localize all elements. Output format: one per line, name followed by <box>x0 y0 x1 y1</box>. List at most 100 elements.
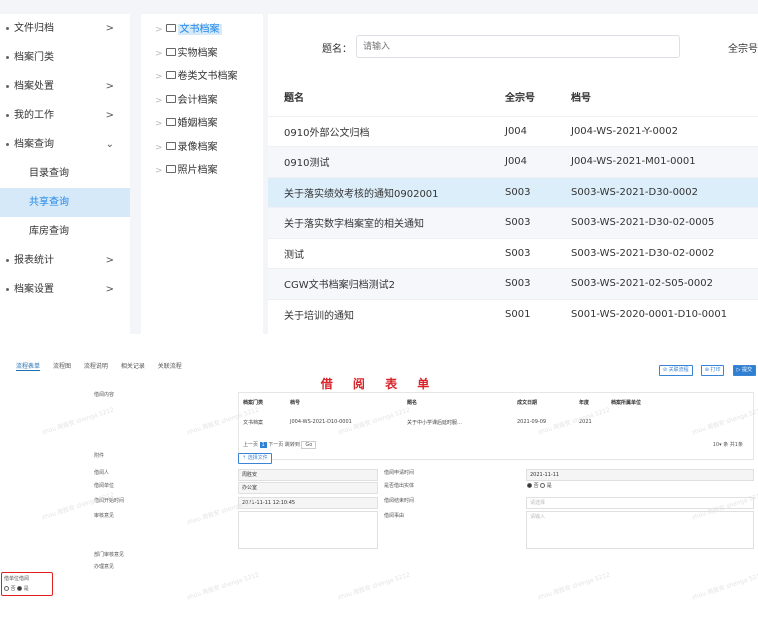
inner-col-code: 档号 <box>290 400 301 406</box>
sidebar-item-label: 文件归档 <box>14 23 54 34</box>
folder-icon <box>165 94 176 103</box>
tree-item-photo[interactable]: > 照片档案 <box>141 159 263 183</box>
prev-page-button[interactable]: 上一页 <box>243 442 258 448</box>
reason-textarea[interactable]: 请输入 <box>526 511 754 549</box>
tree-item-documents[interactable]: > 文书档案 <box>141 18 263 42</box>
tree-item-label: 婚姻档案 <box>177 118 218 129</box>
column-header-code[interactable]: 档号 <box>571 78 758 116</box>
table-row[interactable]: 关于落实绩效考核的通知0902001 S003 S003-WS-2021-D30-0… <box>268 176 758 208</box>
inner-col-unit: 档案所属单位 <box>611 400 642 406</box>
cell-code: J004-WS-2021-M01-0001 <box>571 146 758 177</box>
tree-item-accounting[interactable]: > 会计档案 <box>141 89 263 113</box>
cell-title: 关于培训的通知 <box>268 298 505 330</box>
search-input[interactable] <box>356 35 680 58</box>
apply-time-field[interactable]: 2021-11-11 <box>526 469 754 481</box>
results-table: 题名 全宗号 档号 0910外部公文归档 J004 J004-WS-2021-Y-0… <box>268 78 758 330</box>
folder-icon <box>165 118 176 126</box>
cell-fonds: S003 <box>505 268 571 299</box>
label-unit: 借阅单位 <box>94 483 115 489</box>
go-button[interactable]: Go <box>301 441 317 449</box>
label-handle-opinion: 办理意见 <box>94 564 115 570</box>
radio-yes-label: 是 <box>546 483 552 489</box>
tab-description[interactable]: 流程说明 <box>84 361 108 370</box>
page-size-select[interactable]: 10▾ <box>713 442 722 448</box>
folder-icon <box>165 141 176 150</box>
total-count: 条 共1条 <box>723 442 743 448</box>
bullet-icon <box>6 55 9 59</box>
page-number[interactable]: 1 <box>259 442 267 448</box>
cell-title: CGW文书档案归档测试2 <box>268 268 505 299</box>
top-screen: 文件归档 > 档案门类 档案处置 > 我的工作 > 档案查询 ⌄ 目录查询 共享查询 库… <box>0 0 758 334</box>
upload-button[interactable]: ⇡ 选择文件 <box>238 453 272 464</box>
sidebar-item-archive[interactable]: 文件归档 > <box>0 14 130 43</box>
folder-icon <box>165 71 176 79</box>
watermark: zhou 周胜安 shenga 5212 <box>691 571 758 602</box>
borrower-field[interactable]: 周胜安 <box>238 469 378 481</box>
radio-yes-label: 是 <box>23 586 29 592</box>
bullet-icon <box>6 258 9 262</box>
bullet-icon <box>6 142 9 146</box>
bullet-icon <box>6 84 9 88</box>
table-row[interactable]: 0910外部公文归档 J004 J004-WS-2021-Y-0002 <box>268 115 758 147</box>
tab-records[interactable]: 相关记录 <box>121 361 145 370</box>
form-actions: ⊘ 关联流程 ⊕ 打印 ▷ 提交 <box>656 356 756 376</box>
chevron-right-icon: > <box>155 48 163 59</box>
tree-item-marriage[interactable]: > 婚姻档案 <box>141 112 263 136</box>
label-content: 借阅内容 <box>94 392 115 398</box>
chevron-right-icon: > <box>105 110 114 121</box>
chevron-right-icon: > <box>155 95 163 106</box>
table-row[interactable]: CGW文书档案归档测试2 S003 S003-WS-2021-02-S05-0002 <box>268 268 758 299</box>
column-header-fonds[interactable]: 全宗号 <box>505 78 571 116</box>
sidebar-item-categories[interactable]: 档案门类 <box>0 43 130 72</box>
tab-flowchart[interactable]: 流程图 <box>53 361 71 370</box>
label-dept-opinion: 部门审核意见 <box>94 552 125 558</box>
entity-radio-group: 否 是 <box>527 482 552 489</box>
cell-fonds: J004 <box>505 115 571 147</box>
sidebar-item-label: 档案处置 <box>14 81 54 92</box>
inner-col-year: 年度 <box>579 400 590 406</box>
label-borrower: 借阅人 <box>94 470 110 476</box>
tab-form[interactable]: 流程表单 <box>16 361 41 371</box>
tree-item-label: 实物档案 <box>177 47 218 59</box>
sidebar-subitem-shared-query[interactable]: 共享查询 <box>0 188 130 217</box>
bullet-icon <box>6 26 9 30</box>
tree-item-volume-docs[interactable]: > 卷类文书档案 <box>141 65 263 89</box>
sidebar-subitem-storage-query[interactable]: 库房查询 <box>0 217 130 246</box>
sidebar: 文件归档 > 档案门类 档案处置 > 我的工作 > 档案查询 ⌄ 目录查询 共享查询 库… <box>0 14 130 334</box>
sidebar-item-disposal[interactable]: 档案处置 > <box>0 72 130 101</box>
sidebar-item-my-work[interactable]: 我的工作 > <box>0 101 130 130</box>
table-row[interactable]: 0910测试 J004 J004-WS-2021-M01-0001 <box>268 146 758 177</box>
sidebar-item-settings[interactable]: 档案设置 > <box>0 275 130 304</box>
radio-no[interactable] <box>4 586 9 591</box>
chevron-down-icon: ⌄ <box>105 139 114 150</box>
column-header-title[interactable]: 题名 <box>268 78 505 116</box>
sidebar-item-reports[interactable]: 报表统计 > <box>0 246 130 275</box>
radio-yes[interactable] <box>540 483 546 488</box>
chevron-right-icon: > <box>155 25 163 35</box>
table-row[interactable]: 测试 S003 S003-WS-2021-D30-02-0002 <box>268 237 758 269</box>
label-is-entity: 是否借出实体 <box>384 483 415 489</box>
sidebar-subitem-catalog-query[interactable]: 目录查询 <box>0 159 130 188</box>
tree-item-video[interactable]: > 录像档案 <box>141 136 263 160</box>
opinion-box[interactable] <box>238 511 378 549</box>
sidebar-item-label: 我的工作 <box>14 110 54 121</box>
chevron-right-icon: > <box>155 166 163 176</box>
radio-no[interactable] <box>527 483 532 488</box>
radio-yes[interactable] <box>17 586 23 591</box>
fonds-label: 全宗号 <box>728 44 758 55</box>
bullet-icon <box>6 113 9 117</box>
cell-code: S003-WS-2021-D30-02-0005 <box>571 207 758 238</box>
unit-field[interactable]: 办公室 <box>238 482 378 494</box>
sidebar-item-label: 档案门类 <box>14 52 54 63</box>
sidebar-item-query[interactable]: 档案查询 ⌄ <box>0 130 130 159</box>
sidebar-item-label: 报表统计 <box>14 255 54 266</box>
cell-title: 测试 <box>268 237 505 269</box>
next-page-button[interactable]: 下一页 <box>268 442 283 448</box>
table-row[interactable]: 关于落实数字档案室的相关通知 S003 S003-WS-2021-D30-02-00… <box>268 207 758 238</box>
tab-related-flow[interactable]: 关联流程 <box>158 361 182 370</box>
table-row[interactable]: 关于培训的通知 S001 S001-WS-2020-0001-D10-0001 <box>268 298 758 330</box>
label-attachment: 附件 <box>94 453 105 459</box>
tree-item-physical[interactable]: > 实物档案 <box>141 42 263 66</box>
form-tabs: 流程表单 流程图 流程说明 相关记录 关联流程 <box>16 361 193 371</box>
unit-borrow-highlight: 借单位借阅 否 是 <box>1 572 53 596</box>
